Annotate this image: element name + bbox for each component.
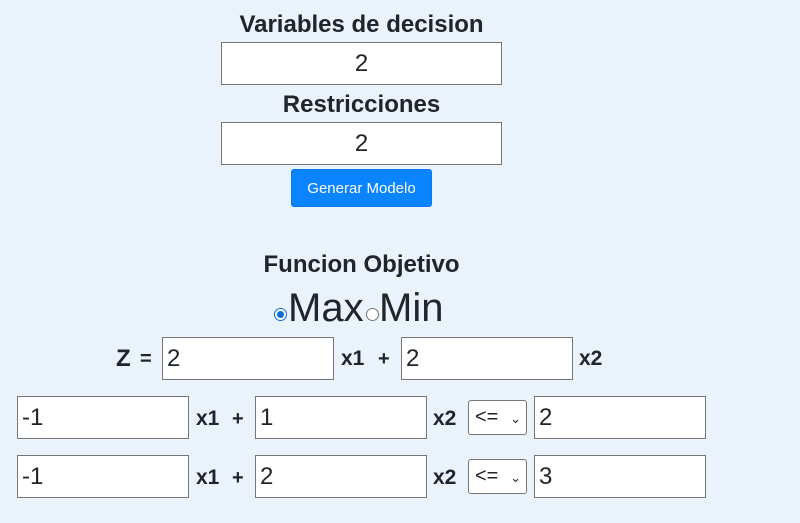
objective-coef-x2-input[interactable]: [401, 337, 573, 380]
objective-title: Funcion Objetivo: [263, 251, 460, 278]
restrictions-label: Restricciones: [282, 91, 441, 118]
constraint-1-operator-select[interactable]: <= ⌄: [468, 400, 527, 435]
generate-model-button[interactable]: Generar Modelo: [291, 169, 432, 207]
constraint-2-coef-x1-input[interactable]: [17, 455, 189, 498]
max-radio[interactable]: [274, 308, 287, 321]
min-label: Min: [379, 286, 444, 330]
min-radio[interactable]: [366, 308, 379, 321]
constraint-1-operator-value: <=: [475, 406, 499, 428]
constraint-2-operator-value: <=: [475, 465, 499, 487]
constraint-2-var-x2-label: x2: [433, 466, 457, 489]
objective-var-x2-label: x2: [579, 347, 603, 370]
z-label: Z: [116, 345, 131, 372]
constraint-2-coef-x2-input[interactable]: [255, 455, 427, 498]
equals-sign: =: [140, 348, 152, 370]
constraint-2-rhs-input[interactable]: [534, 455, 706, 498]
objective-plus-sign: +: [378, 348, 390, 370]
constraint-1-var-x1-label: x1: [196, 407, 220, 430]
constraint-2-operator-select[interactable]: <= ⌄: [468, 459, 527, 494]
restrictions-input[interactable]: [221, 122, 502, 165]
chevron-down-icon: ⌄: [510, 411, 521, 426]
constraint-1-coef-x1-input[interactable]: [17, 396, 189, 439]
constraint-1-plus-sign: +: [232, 408, 244, 430]
constraint-1-coef-x2-input[interactable]: [255, 396, 427, 439]
constraint-2-plus-sign: +: [232, 467, 244, 489]
chevron-down-icon: ⌄: [510, 470, 521, 485]
constraint-1-rhs-input[interactable]: [534, 396, 706, 439]
objective-var-x1-label: x1: [341, 347, 365, 370]
constraint-1-var-x2-label: x2: [433, 407, 457, 430]
objective-coef-x1-input[interactable]: [162, 337, 334, 380]
constraint-2-var-x1-label: x1: [196, 466, 220, 489]
variables-label: Variables de decision: [239, 11, 484, 38]
variables-input[interactable]: [221, 42, 502, 85]
max-label: Max: [288, 286, 364, 330]
